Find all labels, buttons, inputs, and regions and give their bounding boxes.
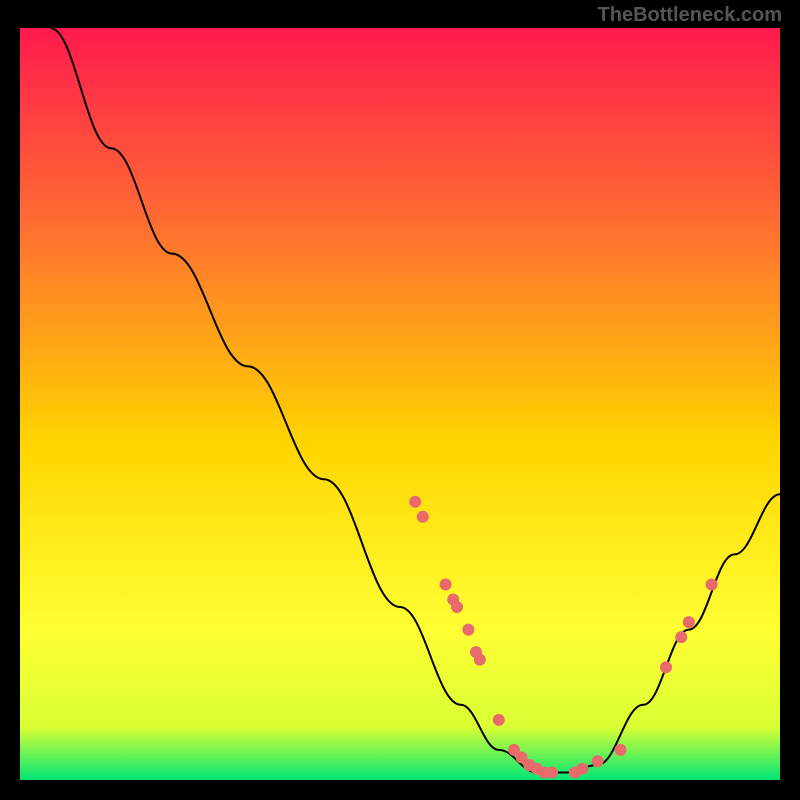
data-marker <box>474 654 486 666</box>
data-marker <box>546 766 558 778</box>
data-marker <box>493 714 505 726</box>
chart-container: TheBottleneck.com <box>0 0 800 800</box>
data-marker <box>614 744 626 756</box>
chart-svg <box>20 28 780 780</box>
data-marker <box>592 755 604 767</box>
data-marker <box>660 661 672 673</box>
plot-area <box>20 28 780 780</box>
data-marker <box>706 578 718 590</box>
data-marker <box>462 624 474 636</box>
data-marker <box>409 496 421 508</box>
data-marker <box>440 578 452 590</box>
data-marker <box>675 631 687 643</box>
data-marker <box>417 511 429 523</box>
data-marker <box>683 616 695 628</box>
watermark-text: TheBottleneck.com <box>598 4 782 27</box>
data-marker <box>451 601 463 613</box>
data-marker <box>576 763 588 775</box>
